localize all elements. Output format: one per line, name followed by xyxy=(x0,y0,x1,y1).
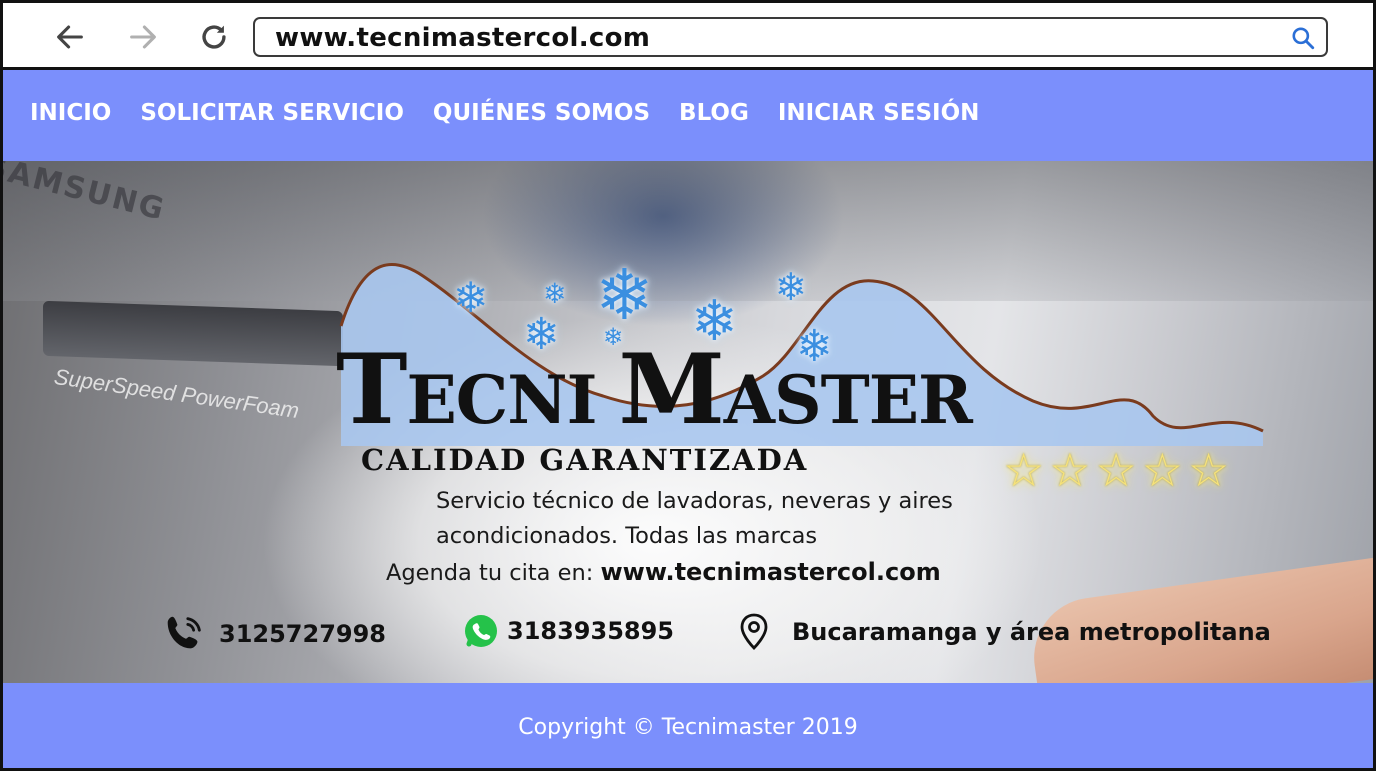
nav-links: INICIO SOLICITAR SERVICIO QUIÉNES SOMOS … xyxy=(30,100,1008,126)
arrow-left-icon xyxy=(57,25,83,49)
browser-window: www.tecnimastercol.com INICIO SOLICITAR … xyxy=(0,0,1376,771)
reload-button[interactable] xyxy=(194,17,234,57)
logo-letter: T xyxy=(336,333,407,446)
appliance-drawer xyxy=(43,300,343,367)
search-icon[interactable] xyxy=(1290,25,1316,51)
agenda-line: Agenda tu cita en: www.tecnimastercol.co… xyxy=(386,558,941,586)
star-icon: ☆ xyxy=(1095,443,1137,497)
reload-icon xyxy=(202,25,226,49)
phone-contact[interactable]: 3125727998 xyxy=(161,611,386,657)
logo-letter: M xyxy=(618,333,724,446)
address-bar[interactable]: www.tecnimastercol.com xyxy=(253,17,1328,57)
whatsapp-icon xyxy=(465,615,497,647)
snowflake-icon: ❄ xyxy=(453,273,489,322)
star-icon: ☆ xyxy=(1049,443,1091,497)
url-text: www.tecnimastercol.com xyxy=(275,23,651,53)
logo-word-rest: ECNI xyxy=(406,361,597,439)
back-button[interactable] xyxy=(50,17,90,57)
hero-banner: SAMSUNG SuperSpeed PowerFoam ❄ ❄ ❄ ❄ ❄ ❄… xyxy=(3,161,1373,683)
snowflake-icon: ❄ xyxy=(543,277,567,310)
nav-item-iniciar-sesion[interactable]: INICIAR SESIÓN xyxy=(778,100,980,126)
arrow-right-icon xyxy=(130,25,156,49)
star-icon: ☆ xyxy=(1003,443,1045,497)
site-footer: Copyright © Tecnimaster 2019 xyxy=(3,683,1373,768)
nav-item-solicitar-servicio[interactable]: SOLICITAR SERVICIO xyxy=(140,100,404,126)
rating-stars: ☆ ☆ ☆ ☆ ☆ xyxy=(1003,447,1234,493)
snowflake-icon: ❄ xyxy=(775,265,807,309)
service-description: Servicio técnico de lavadoras, neveras y… xyxy=(436,488,953,549)
agenda-prefix: Agenda tu cita en: xyxy=(386,560,594,586)
whatsapp-number: 3183935895 xyxy=(507,617,674,645)
phone-icon xyxy=(167,616,201,649)
nav-item-inicio[interactable]: INICIO xyxy=(30,100,111,126)
logo-tagline: CALIDAD GARANTIZADA xyxy=(361,443,809,477)
star-icon: ☆ xyxy=(1188,443,1230,497)
copyright-text: Copyright © Tecnimaster 2019 xyxy=(518,715,858,740)
appliance-model-text: SuperSpeed PowerFoam xyxy=(52,363,301,424)
star-icon: ☆ xyxy=(1141,443,1183,497)
location-text: Bucaramanga y área metropolitana xyxy=(792,618,1271,646)
phone-number: 3125727998 xyxy=(219,620,386,648)
nav-item-quienes-somos[interactable]: QUIÉNES SOMOS xyxy=(433,100,650,126)
agenda-url[interactable]: www.tecnimastercol.com xyxy=(600,558,940,586)
browser-toolbar: www.tecnimastercol.com xyxy=(3,3,1373,67)
location-pin-icon xyxy=(740,613,768,650)
logo-title: TECNI MASTER xyxy=(336,333,973,446)
location-contact: Bucaramanga y área metropolitana xyxy=(736,612,1271,652)
logo-word-rest: ASTER xyxy=(723,361,973,439)
site-navbar: INICIO SOLICITAR SERVICIO QUIÉNES SOMOS … xyxy=(3,67,1373,161)
nav-item-blog[interactable]: BLOG xyxy=(679,100,749,126)
whatsapp-contact[interactable]: 3183935895 xyxy=(463,613,674,649)
forward-button[interactable] xyxy=(123,17,163,57)
